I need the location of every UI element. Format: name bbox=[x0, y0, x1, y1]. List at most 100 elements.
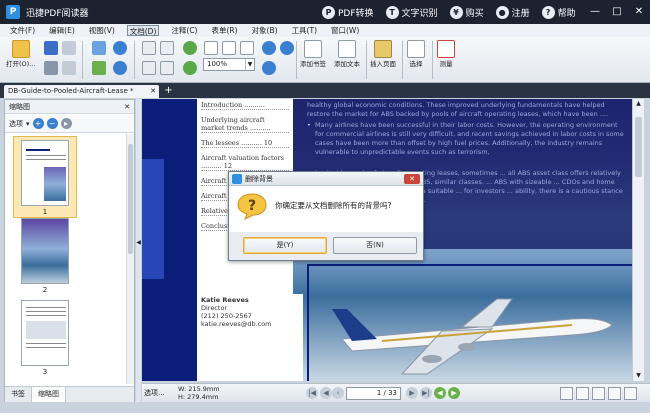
rotate-left-icon[interactable] bbox=[183, 41, 197, 55]
zoom-select[interactable]: 100% ▼ bbox=[203, 58, 255, 71]
pdf-convert-link[interactable]: P PDF转换 bbox=[322, 5, 374, 19]
add-text-button[interactable]: 添加文本 bbox=[334, 40, 360, 68]
thumbnail-scrollbar[interactable] bbox=[126, 134, 134, 384]
print-icon[interactable] bbox=[44, 61, 58, 75]
fit-width-icon[interactable] bbox=[222, 41, 236, 55]
scrollbar-thumb[interactable] bbox=[128, 144, 133, 254]
previous-page-icon[interactable]: ◀ bbox=[320, 387, 332, 399]
menu-form[interactable]: 表单(R) bbox=[209, 25, 239, 36]
cover-view-icon[interactable] bbox=[608, 387, 621, 400]
hand-tool-icon[interactable] bbox=[142, 41, 156, 55]
menu-file[interactable]: 文件(F) bbox=[8, 25, 37, 36]
forward-icon[interactable]: ▶ bbox=[448, 387, 460, 399]
contact-phone: (212) 250-2567 bbox=[201, 312, 252, 320]
ruler-icon bbox=[437, 40, 455, 58]
zoom-out-thumb-icon[interactable]: − bbox=[46, 118, 58, 129]
page-side-band bbox=[142, 99, 197, 381]
scroll-down-icon[interactable]: ▼ bbox=[633, 371, 644, 381]
cart-icon: ¥ bbox=[449, 5, 463, 19]
help-link[interactable]: ? 帮助 bbox=[541, 5, 576, 19]
maximize-button[interactable]: □ bbox=[606, 0, 628, 24]
insert-page-icon bbox=[374, 40, 392, 58]
menu-bar: 文件(F) 编辑(E) 视图(V) 文档(D) 注释(C) 表单(R) 对象(B… bbox=[0, 24, 650, 37]
buy-link[interactable]: ¥ 购买 bbox=[449, 5, 484, 19]
insert-page-button[interactable]: 插入页面 bbox=[370, 40, 396, 68]
menu-comment[interactable]: 注释(C) bbox=[169, 25, 199, 36]
thumbnail-page-2[interactable]: 2 bbox=[13, 218, 77, 294]
panel-tools: 选项 ▾ + − ▸ bbox=[5, 115, 134, 133]
previous-view-icon[interactable]: ‹ bbox=[332, 387, 344, 399]
ocr-link[interactable]: T 文字识别 bbox=[385, 5, 438, 19]
save-icon[interactable] bbox=[44, 41, 58, 55]
continuous-view-icon[interactable] bbox=[576, 387, 589, 400]
select-button[interactable]: 选择 bbox=[407, 40, 425, 68]
thumbnail-page-1[interactable]: 1 bbox=[13, 136, 77, 218]
zoom-plus-icon[interactable] bbox=[262, 61, 276, 75]
measure-button[interactable]: 测量 bbox=[437, 40, 455, 68]
document-tab[interactable]: DB-Guide-to-Pooled-Aircraft-Lease * ✕ bbox=[4, 85, 159, 98]
yes-button[interactable]: 是(Y) bbox=[243, 237, 327, 254]
zoom-in-thumb-icon[interactable]: + bbox=[32, 118, 44, 129]
document-scrollbar[interactable]: ▲ ▼ bbox=[632, 99, 644, 381]
first-page-icon[interactable]: |◀ bbox=[306, 387, 318, 399]
snapshot-icon[interactable] bbox=[142, 61, 156, 75]
page-thumbnail bbox=[21, 300, 69, 366]
zoom-tool-icon[interactable] bbox=[160, 61, 174, 75]
open-button[interactable]: 打开(O)... bbox=[6, 40, 35, 68]
facing-view-icon[interactable] bbox=[592, 387, 605, 400]
register-link[interactable]: ● 注册 bbox=[495, 5, 530, 19]
collapse-arrow-icon[interactable]: ◀ bbox=[136, 239, 141, 246]
next-page-icon[interactable]: ▶ bbox=[406, 387, 418, 399]
toolbar-separator bbox=[134, 41, 135, 79]
zoom-in-icon[interactable] bbox=[262, 41, 276, 55]
menu-edit[interactable]: 编辑(E) bbox=[47, 25, 77, 36]
no-button[interactable]: 否(N) bbox=[333, 237, 417, 254]
contact-email: katie.reeves@db.com bbox=[201, 320, 272, 328]
new-tab-button[interactable]: + bbox=[163, 86, 174, 97]
thumbnail-page-3[interactable]: 3 bbox=[13, 300, 77, 376]
help-icon: ? bbox=[541, 5, 555, 19]
fit-page-icon[interactable] bbox=[204, 41, 218, 55]
add-bookmark-button[interactable]: 添加书签 bbox=[300, 40, 326, 68]
single-page-view-icon[interactable] bbox=[560, 387, 573, 400]
select-dropdown[interactable]: 选项... bbox=[144, 388, 165, 398]
redo-icon[interactable] bbox=[113, 61, 127, 75]
scroll-up-icon[interactable]: ▲ bbox=[633, 99, 644, 109]
delete-background-dialog: 删除背景 ✕ ? 你确定要从文档删除所有的背景吗? 是(Y) 否(N) bbox=[228, 171, 424, 261]
rotate-right-icon[interactable] bbox=[183, 61, 197, 75]
panel-splitter[interactable]: ◀ bbox=[136, 99, 141, 402]
menu-tools[interactable]: 工具(T) bbox=[290, 25, 319, 36]
options-dropdown[interactable]: 选项 bbox=[9, 119, 23, 129]
question-icon: ? bbox=[237, 193, 267, 220]
toc-item: Underlying aircraft market trends ......… bbox=[201, 116, 289, 133]
tab-bookmarks[interactable]: 书签 bbox=[5, 387, 32, 402]
close-tab-icon[interactable]: ✕ bbox=[150, 85, 156, 98]
tab-thumbnails[interactable]: 缩略图 bbox=[32, 387, 66, 402]
actual-size-icon[interactable] bbox=[240, 41, 254, 55]
toolbar: 打开(O)... 添加书签 添加文本 插入页面 选择 测量 bbox=[0, 37, 650, 83]
close-window-button[interactable]: ✕ bbox=[628, 0, 650, 24]
fullscreen-icon[interactable] bbox=[624, 387, 637, 400]
back-icon[interactable]: ◀ bbox=[434, 387, 446, 399]
dialog-buttons: 是(Y) 否(N) bbox=[229, 233, 423, 260]
cut-icon[interactable] bbox=[92, 41, 106, 55]
toolbar-separator bbox=[296, 41, 297, 79]
app-logo-icon bbox=[232, 174, 242, 184]
email-icon[interactable] bbox=[62, 61, 76, 75]
scrollbar-thumb[interactable] bbox=[635, 117, 642, 177]
dialog-close-button[interactable]: ✕ bbox=[404, 174, 420, 184]
thumb-options-icon[interactable]: ▸ bbox=[60, 118, 72, 129]
menu-window[interactable]: 窗口(W) bbox=[329, 25, 361, 36]
menu-object[interactable]: 对象(B) bbox=[250, 25, 280, 36]
zoom-out-icon[interactable] bbox=[280, 41, 294, 55]
save-as-icon[interactable] bbox=[62, 41, 76, 55]
copy-icon[interactable] bbox=[92, 61, 106, 75]
undo-icon[interactable] bbox=[113, 41, 127, 55]
minimize-button[interactable]: — bbox=[584, 0, 606, 24]
last-page-icon[interactable]: ▶| bbox=[420, 387, 432, 399]
close-panel-icon[interactable]: ✕ bbox=[124, 100, 130, 114]
menu-document[interactable]: 文档(D) bbox=[126, 25, 160, 36]
select-text-icon[interactable] bbox=[160, 41, 174, 55]
menu-view[interactable]: 视图(V) bbox=[87, 25, 117, 36]
page-number-input[interactable]: 1 / 33 bbox=[346, 387, 401, 400]
